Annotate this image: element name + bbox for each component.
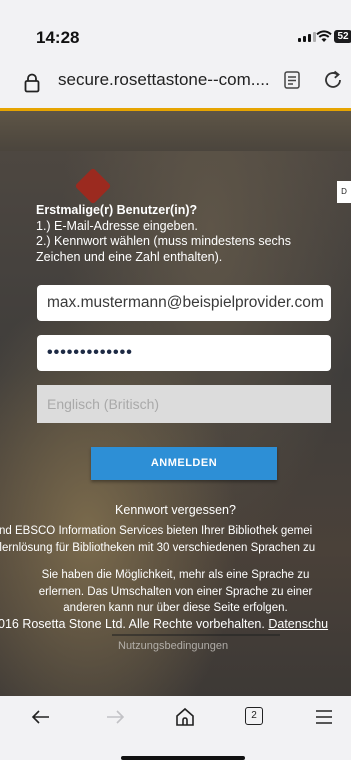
menu-icon[interactable] <box>314 706 334 728</box>
lock-icon <box>24 73 40 93</box>
browser-toolbar: 2 <box>0 696 351 760</box>
header-banner <box>0 111 351 151</box>
signal-icon <box>298 32 316 42</box>
forgot-password-link[interactable]: Kennwort vergessen? <box>0 503 351 517</box>
battery-icon: 52 <box>334 30 351 43</box>
first-time-info: Erstmalige(r) Benutzer(in)? 1.) E-Mail-A… <box>36 203 316 265</box>
login-button[interactable]: ANMELDEN <box>91 447 277 480</box>
url-text[interactable]: secure.rosettastone--com.... <box>58 70 270 90</box>
side-tab[interactable]: D <box>337 181 351 203</box>
email-field[interactable]: max.mustermann@beispielprovider.com <box>37 285 331 321</box>
language-switch-info: Sie haben die Möglichkeit, mehr als eine… <box>38 569 313 614</box>
copyright-text: 016 Rosetta Stone Ltd. Alle Rechte vorbe… <box>0 617 265 631</box>
home-indicator <box>121 756 245 760</box>
decorative-image <box>74 167 112 205</box>
status-bar: 14:28 52 <box>0 0 351 52</box>
status-time: 14:28 <box>36 28 80 47</box>
ebsco-line-2: nlernlösung für Bibliotheken mit 30 vers… <box>0 542 316 554</box>
language-select[interactable]: Englisch (Britisch) <box>37 385 331 423</box>
reader-mode-icon[interactable] <box>284 71 300 89</box>
first-time-step-1: 1.) E-Mail-Adresse eingeben. <box>36 218 198 233</box>
address-bar[interactable]: secure.rosettastone--com.... <box>0 52 351 111</box>
first-time-step-2: 2.) Kennwort wählen (muss mindestens sec… <box>36 234 291 264</box>
reload-icon[interactable] <box>322 69 344 91</box>
wifi-icon <box>316 30 332 42</box>
ebsco-info-text: nd EBSCO Information Services bieten Ihr… <box>0 523 351 557</box>
password-field[interactable]: ••••••••••••• <box>37 335 331 371</box>
divider <box>112 634 280 636</box>
back-arrow-icon[interactable] <box>30 706 52 728</box>
home-icon[interactable] <box>174 706 196 728</box>
privacy-link[interactable]: Datenschu <box>268 617 328 631</box>
tabs-button[interactable]: 2 <box>245 707 263 725</box>
ebsco-line-1: nd EBSCO Information Services bieten Ihr… <box>0 525 313 537</box>
first-time-heading: Erstmalige(r) Benutzer(in)? <box>36 203 198 217</box>
forward-arrow-icon <box>107 710 125 724</box>
terms-link[interactable]: Nutzungsbedingungen <box>118 640 228 652</box>
login-page: D Erstmalige(r) Benutzer(in)? 1.) E-Mail… <box>0 111 351 696</box>
